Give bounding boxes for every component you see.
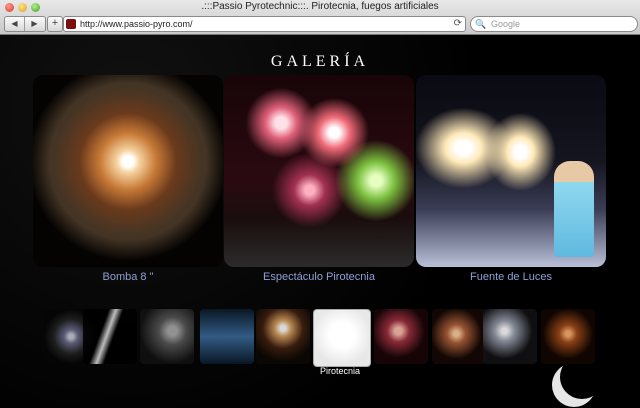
forward-button[interactable]: ▶ [24, 17, 44, 31]
gallery-caption-3[interactable]: Fuente de Luces [416, 271, 606, 283]
gallery-photo-espectaculo[interactable] [224, 75, 414, 267]
browser-chrome: .:::Passio Pyrotechnic:::. Pirotecnia, f… [0, 0, 640, 35]
thumbnail-9[interactable] [483, 309, 537, 364]
gallery-caption-2[interactable]: Espectáculo Pirotecnia [224, 271, 414, 283]
thumbnail-3[interactable] [140, 309, 194, 364]
thumbnail-7[interactable] [374, 309, 428, 364]
photo-figure [554, 161, 594, 257]
back-button[interactable]: ◀ [5, 17, 24, 31]
search-placeholder: Google [491, 19, 521, 29]
thumbnail-4[interactable] [200, 309, 254, 364]
window-title: .:::Passio Pyrotechnic:::. Pirotecnia, f… [201, 1, 439, 12]
gallery-photo-bomba[interactable] [33, 75, 223, 267]
gallery-heading: GALERÍA [270, 53, 370, 70]
reload-icon[interactable]: ⟳ [454, 17, 462, 31]
thumbnail-6[interactable] [313, 309, 371, 367]
search-field[interactable]: 🔍 Google [470, 16, 638, 32]
thumbnail-5[interactable] [256, 309, 310, 364]
thumbnail-tooltip: Pirotecnia [320, 366, 361, 376]
gallery-caption-1[interactable]: Bomba 8 " [33, 271, 223, 283]
gallery-photo-fuente[interactable] [416, 75, 606, 267]
add-bookmark-button[interactable]: + [47, 16, 63, 32]
search-icon: 🔍 [475, 19, 487, 29]
site-favicon-icon [66, 19, 76, 29]
page-content: GALERÍA Bomba 8 " Espectáculo Pirotecnia… [0, 35, 640, 408]
thumbnail-8[interactable] [432, 309, 486, 364]
address-bar-text: http://www.passio-pyro.com/ [80, 19, 193, 29]
thumbnail-2[interactable] [83, 309, 137, 364]
address-bar[interactable]: http://www.passio-pyro.com/ ⟳ [63, 16, 466, 32]
moon-icon [560, 355, 604, 399]
nav-buttons: ◀ ▶ [4, 16, 46, 32]
